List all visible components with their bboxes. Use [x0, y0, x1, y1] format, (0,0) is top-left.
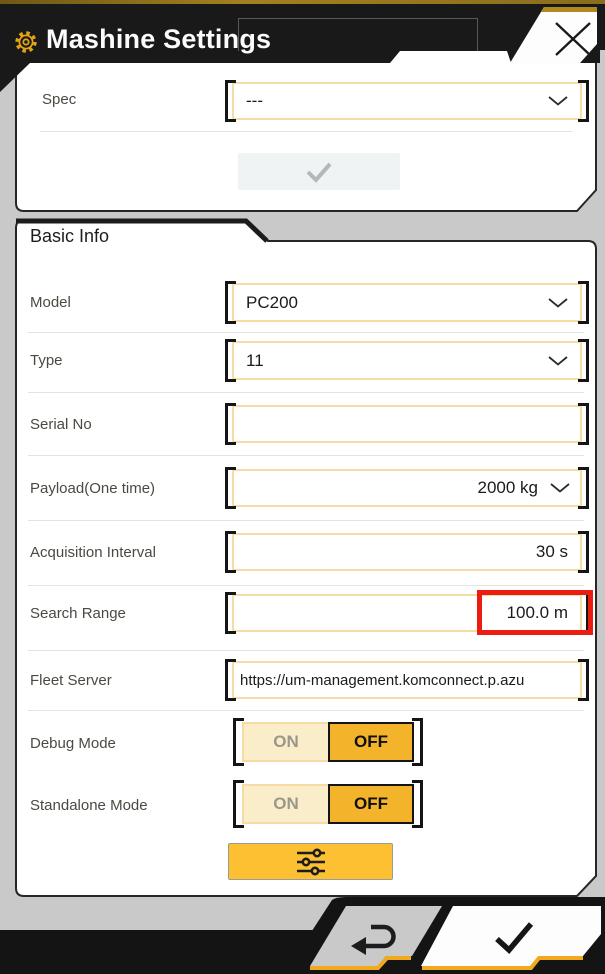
type-select[interactable]: 11: [232, 341, 582, 380]
row-divider: [28, 332, 584, 333]
row-divider: [28, 710, 584, 711]
spec-label: Spec: [42, 91, 76, 108]
fleet-server-field: [232, 661, 582, 699]
chevron-down-icon: [548, 298, 568, 308]
fleet-server-input[interactable]: [234, 663, 580, 697]
debug-mode-label: Debug Mode: [30, 735, 116, 752]
debug-mode-off-option[interactable]: OFF: [328, 722, 414, 762]
gear-icon: [12, 28, 40, 56]
standalone-mode-label: Standalone Mode: [30, 797, 148, 814]
search-range-label: Search Range: [30, 605, 126, 622]
confirm-button[interactable]: [421, 906, 605, 968]
spec-divider: [40, 131, 572, 132]
standalone-mode-toggle: ON OFF: [242, 784, 414, 824]
type-value: 11: [234, 351, 264, 371]
row-divider: [28, 585, 584, 586]
payload-value: 2000 kg: [478, 478, 539, 498]
acquisition-interval-field: [232, 533, 582, 571]
standalone-mode-off-option[interactable]: OFF: [328, 784, 414, 824]
row-divider: [28, 392, 584, 393]
advanced-settings-button[interactable]: [228, 843, 393, 880]
model-value: PC200: [234, 293, 298, 313]
debug-mode-toggle: ON OFF: [242, 722, 414, 762]
spec-apply-button[interactable]: [238, 153, 400, 190]
chevron-down-icon: [548, 96, 568, 106]
payload-select[interactable]: 2000 kg: [232, 469, 582, 507]
chevron-down-icon: [550, 483, 570, 493]
check-icon: [302, 159, 336, 185]
chevron-down-icon: [548, 356, 568, 366]
serial-no-field: [232, 405, 582, 443]
row-divider: [28, 455, 584, 456]
model-select[interactable]: PC200: [232, 283, 582, 322]
top-gold-trim: [0, 0, 605, 4]
type-label: Type: [30, 352, 63, 369]
row-divider: [28, 520, 584, 521]
spec-select[interactable]: ---: [232, 82, 582, 120]
acquisition-interval-input[interactable]: [234, 535, 580, 569]
serial-no-label: Serial No: [30, 416, 92, 433]
debug-mode-on-option[interactable]: ON: [242, 722, 328, 762]
model-label: Model: [30, 294, 71, 311]
spec-value: ---: [234, 91, 263, 111]
search-range-highlight-box: [477, 590, 593, 635]
fleet-server-label: Fleet Server: [30, 672, 112, 689]
tune-sliders-icon: [291, 848, 331, 876]
close-icon: [548, 19, 594, 59]
close-button-gold-trim: [538, 7, 605, 12]
acquisition-interval-label: Acquisition Interval: [30, 544, 156, 561]
machine-settings-dialog: Mashine Settings Spec --- Basic Info Mod…: [0, 0, 605, 974]
row-divider: [28, 650, 584, 651]
serial-no-input[interactable]: [234, 407, 580, 441]
header-ghost-outline: [238, 18, 478, 51]
payload-label: Payload(One time): [30, 480, 155, 497]
standalone-mode-on-option[interactable]: ON: [242, 784, 328, 824]
basic-info-title: Basic Info: [30, 226, 109, 247]
